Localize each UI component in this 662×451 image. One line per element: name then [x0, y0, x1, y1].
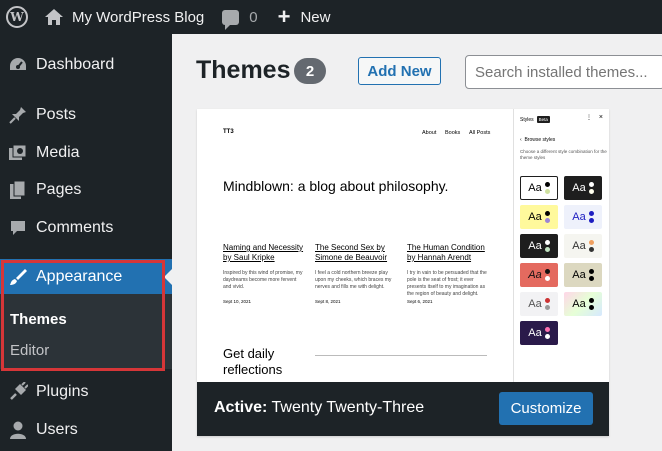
customize-button[interactable]: Customize — [499, 392, 593, 425]
preview-nav-item: About — [422, 130, 437, 136]
preview-post-excerpt: Inspired by this wind of promise, my day… — [223, 270, 303, 290]
search-themes-input[interactable] — [465, 55, 662, 89]
sidebar-item-label: Pages — [36, 181, 82, 198]
sidebar-item-label: Appearance — [36, 268, 123, 285]
sidebar-item-users[interactable]: Users — [0, 412, 172, 448]
beta-badge: Beta — [536, 116, 550, 123]
sidebar-item-label: Comments — [36, 219, 114, 236]
swatch-sample: Aa — [528, 240, 542, 252]
styles-panel: Styles Beta ⋮ × ‹ Browse styles Choose a… — [513, 109, 609, 382]
sidebar-item-label: Plugins — [36, 383, 89, 400]
swatch-sample: Aa — [528, 182, 542, 194]
site-name-menu[interactable]: My WordPress Blog — [44, 0, 204, 34]
pin-icon — [0, 105, 36, 125]
preview-post-date: Sept 6, 2021 — [407, 299, 433, 304]
comments-count: 0 — [249, 8, 258, 26]
admin-bar: W My WordPress Blog 0 + New — [0, 0, 662, 34]
pages-icon — [0, 180, 36, 200]
active-theme-label: Active: Twenty Twenty-Three — [214, 399, 424, 417]
preview-post-title: The Human Condition by Hannah Arendt — [407, 243, 485, 262]
site-name: My WordPress Blog — [72, 8, 205, 26]
swatch-sample: Aa — [528, 269, 542, 281]
theme-screenshot: TT3 About Books All Posts Mindblown: a b… — [197, 109, 609, 382]
more-options-icon: ⋮ — [586, 115, 592, 121]
style-swatch: Aa — [520, 292, 558, 316]
sidebar-item-comments[interactable]: Comments — [0, 210, 172, 246]
style-swatch: Aa — [520, 205, 558, 229]
active-prefix: Active: — [214, 399, 268, 416]
home-icon — [45, 9, 63, 25]
wordpress-logo-menu[interactable]: W — [0, 0, 34, 34]
style-swatch: Aa — [564, 292, 602, 316]
admin-sidebar: Dashboard Posts Media Pages Comments App… — [0, 34, 172, 451]
close-icon: × — [598, 114, 603, 121]
sidebar-item-label: Dashboard — [36, 56, 115, 73]
sidebar-item-label: Media — [36, 144, 80, 161]
theme-card-footer: Active: Twenty Twenty-Three Customize — [197, 382, 609, 436]
preview-post-title: The Second Sex by Simone de Beauvoir — [315, 243, 388, 262]
media-icon — [0, 144, 36, 162]
comment-icon — [0, 218, 36, 238]
plus-icon: + — [277, 4, 291, 29]
appearance-submenu: Themes Editor — [0, 294, 172, 369]
styles-panel-header: Styles Beta — [520, 116, 550, 123]
style-swatch: Aa — [520, 321, 558, 345]
comments-menu[interactable]: 0 — [222, 0, 258, 34]
styles-title: Styles — [520, 116, 534, 123]
sidebar-item-label: Users — [36, 421, 78, 438]
add-new-button[interactable]: Add New — [358, 57, 441, 85]
sidebar-item-pages[interactable]: Pages — [0, 172, 172, 208]
page-title: Themes — [196, 56, 291, 84]
theme-count-badge: 2 — [294, 58, 326, 84]
new-content-menu[interactable]: + New — [278, 0, 331, 34]
comment-bubble-icon — [222, 9, 240, 30]
sidebar-item-label: Posts — [36, 106, 77, 123]
sidebar-item-plugins[interactable]: Plugins — [0, 374, 172, 410]
preview-post-date: Sept 10, 2021 — [223, 299, 252, 304]
main-content: Themes 2 Add New TT3 About Books All Pos… — [172, 34, 662, 451]
swatch-sample: Aa — [572, 298, 586, 310]
theme-card[interactable]: TT3 About Books All Posts Mindblown: a b… — [197, 109, 609, 436]
swatch-sample: Aa — [572, 211, 586, 223]
styles-description: Choose a different style combination for… — [520, 149, 607, 160]
user-icon — [0, 420, 36, 440]
preview-post-title: Naming and Necessity by Saul Kripke — [223, 243, 304, 262]
sidebar-item-posts[interactable]: Posts — [0, 97, 172, 133]
style-swatch: Aa — [520, 176, 558, 200]
swatch-sample: Aa — [572, 269, 586, 281]
preview-nav-item: Books — [445, 130, 461, 136]
swatch-sample: Aa — [572, 182, 586, 194]
sidebar-item-dashboard[interactable]: Dashboard — [0, 47, 172, 83]
preview-cta: Get daily reflections — [223, 346, 283, 377]
style-swatch: Aa — [564, 263, 602, 287]
style-swatch: Aa — [520, 263, 558, 287]
browse-styles-label: ‹ Browse styles — [520, 137, 556, 143]
submenu-item-themes[interactable]: Themes — [10, 311, 67, 328]
swatch-sample: Aa — [528, 327, 542, 339]
style-swatch: Aa — [564, 176, 602, 200]
preview-nav-item: All Posts — [469, 130, 491, 136]
preview-post-excerpt: I feel a cold northern breeze play upon … — [315, 270, 392, 290]
preview-post-excerpt: I try in vain to be persuaded that the p… — [407, 270, 487, 297]
preview-divider — [315, 355, 487, 356]
style-swatch: Aa — [564, 234, 602, 258]
style-swatch: Aa — [520, 234, 558, 258]
preview-headline: Mindblown: a blog about philosophy. — [223, 178, 449, 194]
style-swatch: Aa — [564, 205, 602, 229]
dashboard-icon — [0, 56, 36, 74]
new-label: New — [300, 8, 331, 26]
brush-icon — [0, 267, 36, 287]
swatch-sample: Aa — [572, 240, 586, 252]
active-theme-name: Twenty Twenty-Three — [271, 399, 425, 416]
swatch-sample: Aa — [528, 298, 542, 310]
sidebar-item-media[interactable]: Media — [0, 135, 172, 171]
preview-post-date: Sept 8, 2021 — [315, 299, 341, 304]
sidebar-item-appearance[interactable]: Appearance — [0, 259, 172, 295]
preview-site-title: TT3 — [223, 129, 234, 135]
submenu-item-editor[interactable]: Editor — [10, 342, 49, 359]
browse-styles-text: Browse styles — [524, 137, 556, 143]
swatch-sample: Aa — [528, 211, 542, 223]
wordpress-logo-icon: W — [6, 6, 28, 28]
plugin-icon — [0, 382, 36, 402]
